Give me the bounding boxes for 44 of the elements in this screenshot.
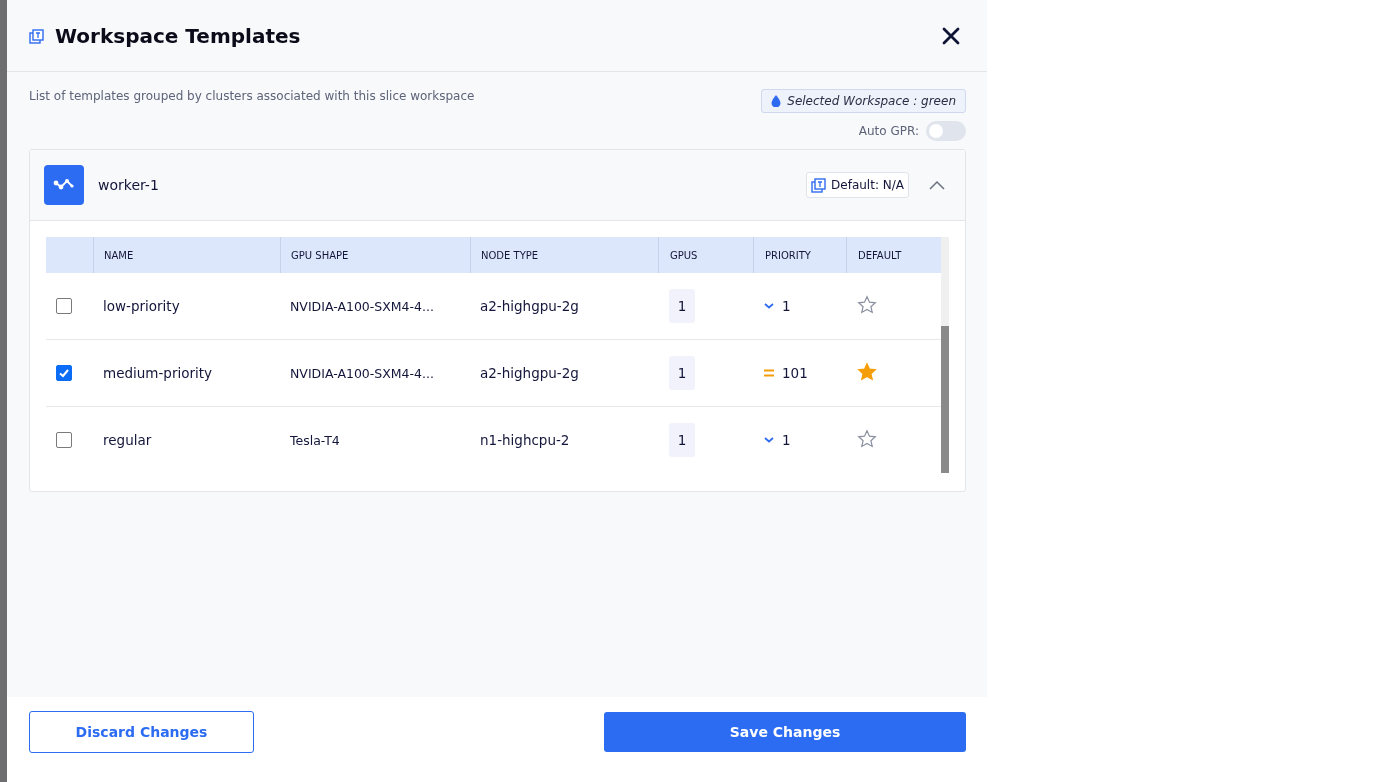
row-checkbox[interactable] [56,298,72,314]
gpu-count: 1 [669,289,695,323]
table-cell-text: a2-highgpu-2g [479,298,580,314]
table-cell-text: n1-highcpu-2 [479,432,571,448]
priority-value: 1 [782,298,791,314]
chevron-down-icon [764,437,774,443]
discard-changes-button[interactable]: Discard Changes [29,711,254,753]
auto-gpr-label: Auto GPR: [858,124,919,138]
templates-icon [29,27,45,44]
column-header: NODE TYPE [470,237,658,273]
selected-workspace-badge: Selected Workspace : green [761,89,966,113]
dialog-description: List of templates grouped by clusters associated with this slice workspace [29,89,475,105]
chevron-down-icon [764,303,774,309]
row-checkbox[interactable] [56,432,72,448]
templates-icon [811,177,828,193]
priority-value: 1 [782,432,791,448]
star-icon[interactable] [857,361,877,382]
row-checkbox[interactable] [56,365,72,381]
table-cell-text: Tesla-T4 [289,432,341,448]
table-cell-text: a2-highgpu-2g [479,365,580,381]
column-header: NAME [93,237,280,273]
auto-gpr-toggle[interactable] [926,121,966,141]
column-header: PRIORITY [753,237,846,273]
gpu-count: 1 [669,423,695,457]
column-header: GPU SHAPE [280,237,470,273]
chevron-up-icon [929,180,945,190]
save-changes-button[interactable]: Save Changes [604,712,966,752]
dialog-title: Workspace Templates [55,23,302,48]
cluster-name: worker-1 [98,177,160,193]
table-cell-text: regular [102,432,153,448]
star-icon[interactable] [857,428,877,449]
star-icon[interactable] [857,294,877,315]
scrollbar[interactable] [941,237,949,473]
equals-icon [764,369,774,377]
table-cell-text: low-priority [102,298,181,314]
nodes-icon [44,165,84,205]
drop-icon [771,95,782,107]
gpu-count: 1 [669,356,695,390]
table-cell-text: medium-priority [102,365,214,381]
column-header: GPUS [658,237,753,273]
table-cell-text: NVIDIA-A100-SXM4-4... [289,298,435,314]
default-template-badge: Default: N/A [806,172,909,198]
table-cell-text: NVIDIA-A100-SXM4-4... [289,365,435,381]
priority-value: 101 [782,365,808,381]
